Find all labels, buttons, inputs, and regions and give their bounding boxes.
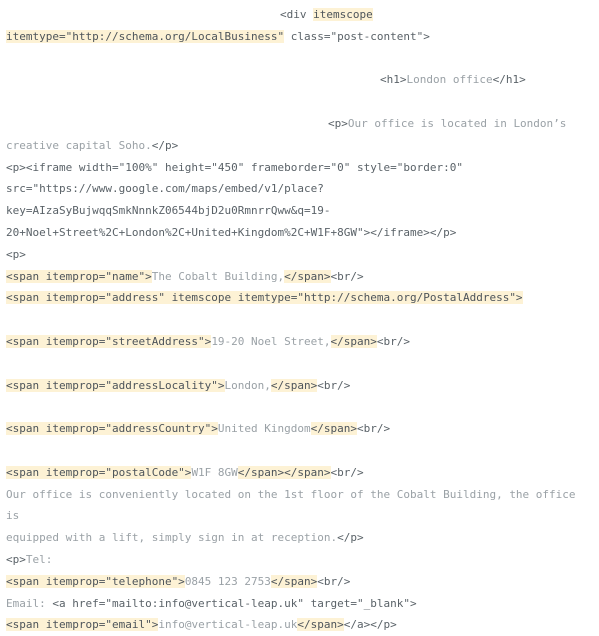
markup-tag: <a href="mailto:info@vertical-leap.uk" t… (52, 596, 417, 610)
markup-tag: 20+Noel+Street%2C+London%2C+United+Kingd… (6, 225, 457, 239)
microdata-highlight: <span itemprop="address" itemscope itemt… (6, 291, 523, 305)
code-line: <span itemprop="email">info@vertical-lea… (6, 614, 593, 636)
code-line: <span itemprop="addressCountry">United K… (6, 418, 593, 440)
code-line: Our office is conveniently located on th… (6, 484, 593, 528)
text-content: London office (406, 73, 493, 87)
code-line: <span itemprop="address" itemscope itemt… (6, 287, 593, 309)
microdata-highlight: <span itemprop="addressLocality"> (6, 378, 225, 392)
text-content: Our office is conveniently located on th… (6, 487, 583, 523)
microdata-highlight: </span> (330, 334, 377, 348)
microdata-highlight: </span> (270, 378, 318, 392)
text-content: Our office is located in London’s (347, 116, 567, 130)
markup-tag: <br/> (330, 269, 364, 283)
code-line: equipped with a lift, simply sign in at … (6, 527, 593, 549)
microdata-highlight: <span itemprop="telephone"> (6, 574, 185, 588)
markup-tag: <br/> (376, 334, 411, 348)
text-content: The Cobalt Building, (151, 269, 285, 283)
text-content: London, (224, 378, 271, 392)
markup-tag: </p> (337, 531, 364, 545)
text-content: United Kingdom (217, 422, 311, 436)
code-line: <p><iframe width="100%" height="450" fra… (6, 157, 593, 179)
microdata-highlight: <span itemprop="postalCode"> (6, 465, 192, 479)
markup-tag: <br/> (330, 465, 364, 479)
markup-tag: <br/> (357, 422, 391, 436)
markup-tag: </h1> (492, 73, 526, 87)
text-content: W1F 8GW (191, 465, 238, 479)
text-content: creative capital Soho. (6, 138, 152, 152)
microdata-highlight: </span> (284, 269, 331, 283)
markup-tag: <div (280, 8, 314, 21)
markup-tag: <h1> (380, 73, 407, 87)
markup-tag: src="https://www.google.com/maps/embed/v… (6, 182, 324, 196)
code-line: <p>Tel: (6, 549, 593, 571)
text-content: 0845 123 2753 (184, 574, 271, 588)
code-line: <span itemprop="name">The Cobalt Buildin… (6, 266, 593, 288)
code-line: 20+Noel+Street%2C+London%2C+United+Kingd… (6, 222, 593, 244)
code-line: <span itemprop="telephone">0845 123 2753… (6, 571, 593, 593)
code-line: Email: <a href="mailto:info@vertical-lea… (6, 593, 593, 615)
code-line: <span itemprop="postalCode">W1F 8GW</spa… (6, 462, 593, 484)
markup-tag: <p> (6, 247, 26, 261)
text-content: Email: (6, 596, 53, 610)
microdata-highlight: </span></span> (237, 465, 331, 479)
microdata-highlight: <span itemprop="name"> (6, 269, 152, 283)
code-line: <span itemprop="streetAddress">19-20 Noe… (6, 331, 593, 353)
markup-tag: <p> (328, 116, 348, 130)
markup-tag: <p><iframe width="100%" height="450" fra… (6, 160, 463, 174)
text-content: 19-20 Noel Street, (211, 334, 331, 348)
text-content: equipped with a lift, simply sign in at … (6, 531, 338, 545)
markup-tag: class="post-content"> (284, 29, 430, 43)
code-line: <p>Our office is located in London’s (6, 113, 593, 135)
text-content: info@vertical-leap.uk (158, 618, 298, 632)
text-content: Tel: (25, 552, 53, 566)
markup-tag: <br/> (317, 574, 351, 588)
code-line: key=AIzaSyBujwqqSmkNnnkZ06544bjD2u0Rmnrr… (6, 200, 593, 222)
code-line: src="https://www.google.com/maps/embed/v… (6, 178, 593, 200)
code-line: <h1>London office</h1> (6, 69, 593, 91)
code-line: creative capital Soho.</p> (6, 135, 593, 157)
microdata-highlight: itemtype="http://schema.org/LocalBusines… (6, 29, 285, 43)
microdata-highlight: </span> (270, 574, 318, 588)
markup-tag: <p> (6, 552, 26, 566)
code-line: <p> (6, 244, 593, 266)
markup-tag: </p> (151, 138, 179, 152)
microdata-highlight: </span> (310, 422, 357, 436)
markup-tag: key=AIzaSyBujwqqSmkNnnkZ06544bjD2u0Rmnrr… (6, 204, 331, 218)
microdata-highlight: <span itemprop="streetAddress"> (6, 334, 212, 348)
microdata-highlight: <span itemprop="addressCountry"> (6, 422, 218, 436)
code-line: <span itemprop="addressLocality">London,… (6, 375, 593, 397)
markup-tag: </a></p> (343, 618, 397, 632)
markup-tag: <br/> (317, 378, 351, 392)
microdata-highlight: </span> (297, 618, 344, 632)
code-line: itemtype="http://schema.org/LocalBusines… (6, 26, 593, 48)
code-line: <div itemscope (6, 4, 593, 26)
microdata-highlight: <span itemprop="email"> (6, 618, 159, 632)
html-source-code-listing[interactable]: <div itemscope itemtype="http://schema.or… (0, 0, 599, 636)
microdata-highlight: itemscope (313, 8, 373, 21)
